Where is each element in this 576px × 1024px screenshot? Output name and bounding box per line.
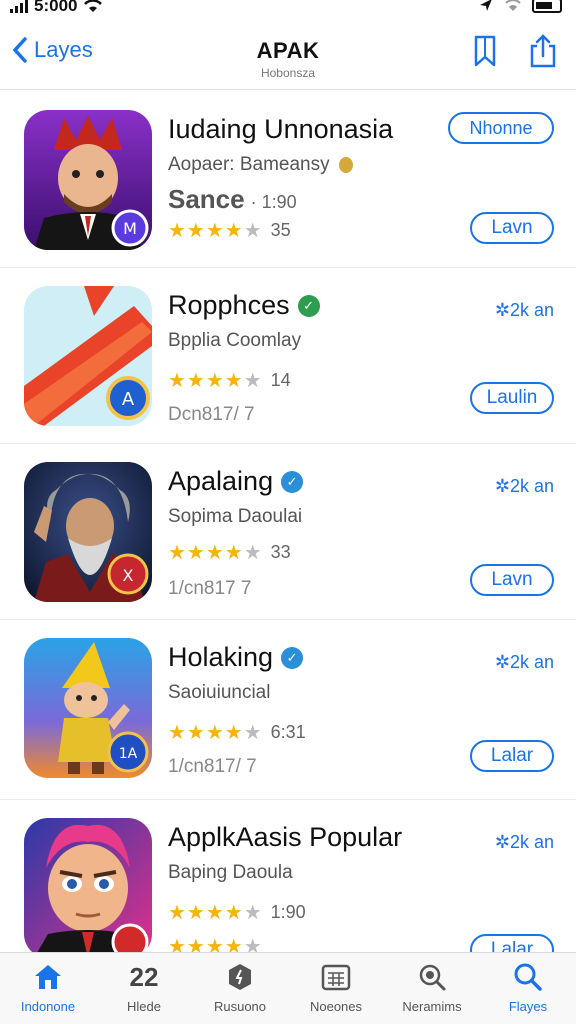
tab-explore[interactable]: Neramims	[384, 953, 480, 1024]
location-icon	[480, 0, 492, 11]
wifi-icon	[505, 0, 521, 11]
svg-text:X: X	[123, 566, 134, 585]
download-size: ✲2k an	[494, 476, 554, 496]
app-name[interactable]: ApplkAasis Popular	[168, 822, 402, 853]
magnifier-icon	[416, 961, 448, 993]
app-meta: Dcn817/ 7	[168, 404, 255, 425]
star-rating-icon: ★★★★★	[168, 370, 263, 392]
share-icon[interactable]	[528, 34, 558, 68]
download-size: ✲2k an	[494, 832, 554, 852]
tab-label: Neramims	[402, 999, 462, 1014]
tab-bar: Indonone 22 Hlede Rusuono Noeones Nerami…	[0, 952, 576, 1024]
list-item[interactable]: 1A Holaking ✓ Saoiuiuncial ★★★★★ 6:31 1/…	[0, 620, 576, 800]
battery-icon	[532, 0, 562, 13]
app-subtitle: Saoiuiuncial	[168, 682, 271, 703]
calendar-icon	[320, 961, 352, 993]
rating: ★★★★★ 33	[168, 542, 291, 564]
app-name[interactable]: Apalaing ✓	[168, 466, 304, 497]
tab-home[interactable]: Indonone	[0, 953, 96, 1024]
verified-icon: ✓	[297, 294, 320, 317]
svg-text:1A: 1A	[119, 746, 138, 762]
rating: ★★★★★ 1:90	[168, 902, 306, 924]
tab-calendar[interactable]: Noeones	[288, 953, 384, 1024]
svg-text:M: M	[123, 219, 137, 238]
app-icon[interactable]: A	[24, 286, 152, 426]
signal-icon	[10, 0, 28, 13]
get-button[interactable]: Lavn	[470, 212, 554, 244]
tab-label: Flayes	[508, 999, 548, 1014]
list-item[interactable]: X Apalaing ✓ Sopima Daoulai ★★★★★ 33 1/c…	[0, 444, 576, 620]
status-bar: 5:000	[0, 0, 576, 18]
app-icon[interactable]: 1A	[24, 638, 152, 778]
open-button[interactable]: Nhonne	[448, 112, 554, 144]
bookmark-icon[interactable]	[472, 34, 498, 68]
gnome-character-icon: 1A	[24, 638, 152, 778]
tab-search[interactable]: Flayes	[480, 953, 576, 1024]
shield-icon	[224, 961, 256, 993]
download-size: ✲2k an	[494, 300, 554, 320]
app-name[interactable]: Ropphces ✓	[168, 290, 320, 321]
list-item[interactable]: A Ropphces ✓ Bpplia Coomlay ★★★★★ 14 Dcn…	[0, 268, 576, 444]
numbers-icon: 22	[129, 961, 159, 992]
status-time: 5:000	[34, 0, 78, 15]
tab-label: Noeones	[309, 999, 363, 1014]
star-rating-icon: ★★★★★	[168, 220, 263, 242]
tab-label: Hlede	[127, 999, 161, 1014]
app-icon[interactable]: X	[24, 462, 152, 602]
tab-label: Rusuono	[213, 999, 267, 1014]
tab-label: Indonone	[20, 999, 76, 1014]
star-rating-icon: ★★★★★	[168, 542, 263, 564]
app-subtitle: Sopima Daoulai	[168, 506, 303, 527]
stripe-app-icon: A	[24, 286, 152, 426]
verified-icon: ✓	[281, 646, 304, 669]
list-item[interactable]: ApplkAasis Popular Baping Daoula ★★★★★ 1…	[0, 800, 576, 952]
get-button[interactable]: Laulin	[470, 382, 554, 414]
get-button[interactable]: Lalar	[470, 934, 554, 952]
app-name[interactable]: Iudaing Unnonasia	[168, 114, 393, 145]
star-rating-icon: ★★★★★	[168, 902, 263, 924]
wifi-icon	[84, 0, 103, 12]
app-meta: 1/cn817 7	[168, 578, 252, 599]
app-subtitle: Baping Daoula	[168, 862, 293, 883]
app-name[interactable]: Holaking ✓	[168, 642, 304, 673]
rating: ★★★★★ 14	[168, 370, 291, 392]
get-button[interactable]: Lavn	[470, 564, 554, 596]
search-icon	[512, 961, 544, 993]
navigation-bar: Layes APAK Hobonsza	[0, 18, 576, 90]
get-button[interactable]: Lalar	[470, 740, 554, 772]
app-subtitle: Bpplia Coomlay	[168, 330, 302, 351]
character-portrait-icon: M	[24, 110, 152, 250]
verified-icon: ✓	[281, 470, 304, 493]
coin-icon	[338, 156, 353, 173]
svg-text:A: A	[122, 389, 135, 410]
price-label: Sance · 1:90	[168, 184, 297, 214]
app-icon[interactable]	[24, 818, 152, 952]
wizard-portrait-icon: X	[24, 462, 152, 602]
app-meta: 1/cn817/ 7	[168, 756, 257, 777]
home-icon	[32, 961, 64, 993]
rating: ★★★★★ 6:31	[168, 722, 306, 744]
app-list: M Iudaing Unnonasia Aopaer: Bameansy San…	[0, 92, 576, 952]
hero-portrait-icon	[24, 818, 152, 952]
tab-shield[interactable]: Rusuono	[192, 953, 288, 1024]
star-rating-icon: ★★★★★	[168, 722, 263, 744]
tab-numbers[interactable]: 22 Hlede	[96, 953, 192, 1024]
star-rating-icon: ★★★★★	[168, 936, 263, 952]
page-subtitle: Hobonsza	[260, 66, 316, 80]
app-icon[interactable]: M	[24, 110, 152, 250]
list-item[interactable]: M Iudaing Unnonasia Aopaer: Bameansy San…	[0, 92, 576, 268]
rating: ★★★★★	[168, 934, 263, 952]
app-subtitle: Aopaer: Bameansy	[168, 154, 353, 176]
download-size: ✲2k an	[494, 652, 554, 672]
rating: ★★★★★ 35	[168, 220, 291, 242]
